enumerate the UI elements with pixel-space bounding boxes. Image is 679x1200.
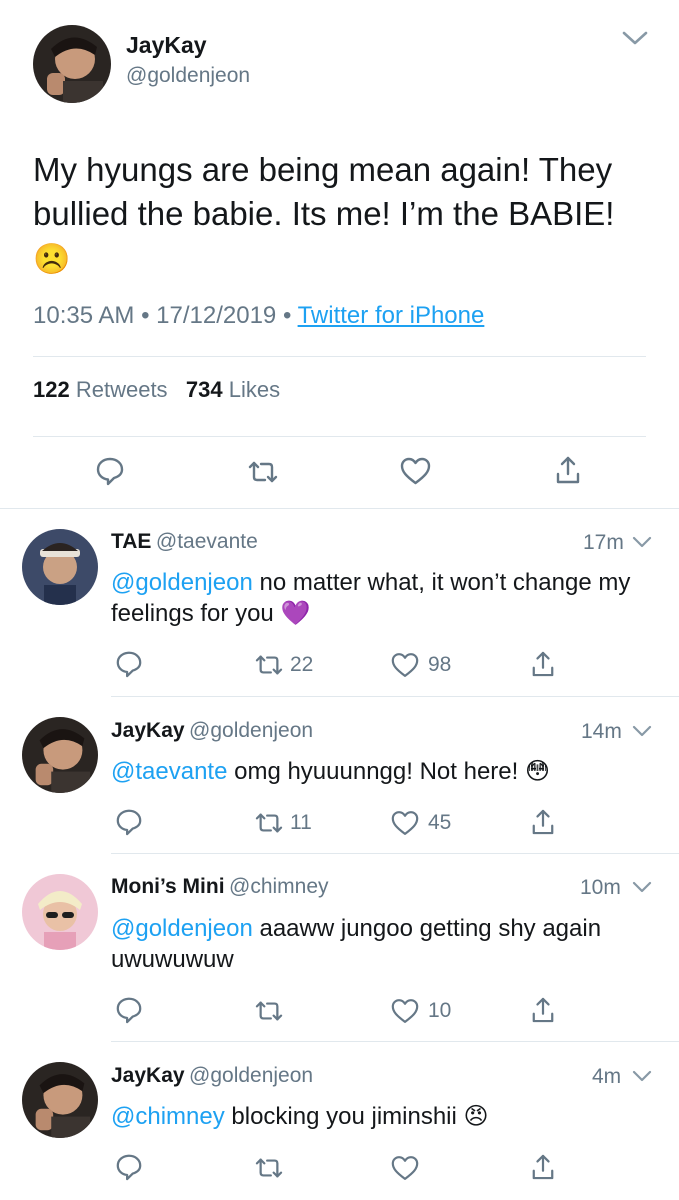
like-count: 98 bbox=[428, 653, 452, 676]
reply-time: 4m bbox=[592, 1065, 622, 1088]
chevron-down-icon[interactable] bbox=[632, 881, 652, 894]
share-icon[interactable] bbox=[531, 650, 555, 678]
mention-link[interactable]: @goldenjeon bbox=[111, 569, 253, 596]
chevron-down-icon[interactable] bbox=[632, 536, 652, 549]
mention-link[interactable]: @goldenjeon bbox=[111, 915, 253, 942]
tweet-stats: 122 Retweets 734 Likes bbox=[33, 377, 280, 403]
reply-author-handle[interactable]: @goldenjeon bbox=[189, 1064, 313, 1087]
like-count: 45 bbox=[428, 811, 452, 834]
purple-heart-emoji: 💜 bbox=[280, 600, 311, 627]
avatar[interactable] bbox=[22, 1062, 98, 1138]
reply-time: 10m bbox=[580, 876, 621, 899]
likes-count: 734 bbox=[185, 377, 223, 402]
reply-icon[interactable] bbox=[115, 808, 143, 836]
tweet-source-link[interactable]: Twitter for iPhone bbox=[298, 302, 485, 329]
reply-time: 17m bbox=[583, 531, 624, 554]
avatar[interactable] bbox=[22, 874, 98, 950]
divider bbox=[33, 356, 646, 357]
avatar[interactable] bbox=[33, 25, 111, 103]
reply-header: JayKay @goldenjeon bbox=[111, 719, 313, 743]
reply-author-handle[interactable]: @goldenjeon bbox=[189, 719, 313, 742]
reply-text: @taevante omg hyuuunngg! Not here! 😳 bbox=[111, 756, 661, 787]
chevron-down-icon[interactable] bbox=[632, 1070, 652, 1083]
likes-stat[interactable]: 734 Likes bbox=[186, 377, 280, 402]
separator-dot: • bbox=[141, 302, 150, 329]
reply-header: TAE @taevante bbox=[111, 530, 258, 554]
mention-link[interactable]: @taevante bbox=[111, 758, 227, 785]
share-icon[interactable] bbox=[555, 455, 581, 485]
like-icon[interactable] bbox=[391, 1155, 419, 1181]
reply-icon[interactable] bbox=[115, 1153, 143, 1181]
flushed-face-emoji: 😳 bbox=[524, 758, 550, 785]
retweet-count: 11 bbox=[290, 811, 312, 834]
reply-author-name[interactable]: TAE bbox=[111, 530, 151, 553]
reply-author-name[interactable]: JayKay bbox=[111, 719, 185, 742]
share-icon[interactable] bbox=[531, 808, 555, 836]
tweet-time: 10:35 AM bbox=[33, 302, 135, 329]
reply-author-name[interactable]: Moni’s Mini bbox=[111, 875, 225, 898]
separator-dot: • bbox=[282, 302, 292, 329]
reply-icon[interactable] bbox=[115, 996, 143, 1024]
retweets-label: Retweets bbox=[75, 377, 168, 402]
reply-header: JayKay @goldenjeon bbox=[111, 1064, 313, 1088]
reply-author-handle[interactable]: @taevante bbox=[156, 530, 258, 553]
angry-face-emoji: 😠 bbox=[463, 1103, 489, 1130]
tweet-text: My hyungs are being mean again! They bul… bbox=[33, 148, 653, 282]
divider bbox=[33, 436, 646, 437]
author-name[interactable]: JayKay bbox=[126, 32, 207, 59]
reply-icon[interactable] bbox=[115, 650, 143, 678]
chevron-down-icon[interactable] bbox=[632, 725, 652, 738]
share-icon[interactable] bbox=[531, 1153, 555, 1181]
chevron-down-icon[interactable] bbox=[622, 30, 648, 46]
like-icon[interactable] bbox=[400, 457, 431, 485]
like-count: 10 bbox=[428, 999, 452, 1022]
avatar[interactable] bbox=[22, 717, 98, 793]
reply-text-body: blocking you jiminshii bbox=[224, 1103, 457, 1130]
mention-link[interactable]: @chimney bbox=[111, 1103, 225, 1130]
retweet-icon[interactable] bbox=[247, 458, 279, 486]
like-icon[interactable] bbox=[391, 998, 419, 1024]
reply-author-handle[interactable]: @chimney bbox=[229, 875, 329, 898]
tweet-date: 17/12/2019 bbox=[156, 302, 277, 329]
retweets-count: 122 bbox=[33, 377, 70, 402]
reply-time: 14m bbox=[581, 720, 622, 743]
retweets-stat[interactable]: 122 Retweets bbox=[33, 377, 174, 402]
avatar[interactable] bbox=[22, 529, 98, 605]
retweet-count: 22 bbox=[290, 653, 314, 676]
reply-text: @goldenjeon aaaww jungoo getting shy aga… bbox=[111, 913, 661, 975]
reply-text: @chimney blocking you jiminshii 😠 bbox=[111, 1101, 661, 1132]
like-icon[interactable] bbox=[391, 810, 419, 836]
frowning-face-emoji: ☹️ bbox=[33, 243, 71, 276]
like-icon[interactable] bbox=[391, 652, 419, 678]
author-handle[interactable]: @goldenjeon bbox=[126, 64, 250, 88]
reply-text: @goldenjeon no matter what, it won’t cha… bbox=[111, 567, 661, 629]
share-icon[interactable] bbox=[531, 996, 555, 1024]
tweet-text-body: My hyungs are being mean again! They bul… bbox=[33, 151, 615, 232]
tweet-timestamp: 10:35 AM • 17/12/2019 • Twitter for iPho… bbox=[33, 302, 484, 330]
retweet-icon[interactable] bbox=[254, 810, 284, 836]
reply-icon[interactable] bbox=[95, 456, 125, 486]
likes-label: Likes bbox=[228, 377, 281, 402]
retweet-icon[interactable] bbox=[254, 1155, 284, 1181]
reply-author-name[interactable]: JayKay bbox=[111, 1064, 185, 1087]
reply-text-body: omg hyuuunngg! Not here! bbox=[227, 758, 519, 785]
reply-header: Moni’s Mini @chimney bbox=[111, 875, 329, 899]
retweet-icon[interactable] bbox=[254, 652, 284, 678]
retweet-icon[interactable] bbox=[254, 998, 284, 1024]
